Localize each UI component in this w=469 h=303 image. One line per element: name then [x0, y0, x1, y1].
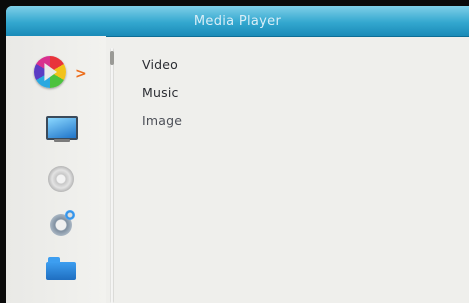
settings-gear-icon[interactable] [50, 210, 75, 236]
monitor-icon[interactable] [46, 116, 78, 142]
window-title: Media Player [193, 14, 282, 29]
scrollbar-track[interactable] [110, 48, 114, 303]
menu-item-image[interactable]: Image [142, 114, 182, 142]
scrollbar-thumb[interactable] [110, 51, 114, 65]
menu-item-video[interactable]: Video [142, 58, 182, 86]
chevron-right-icon: > [75, 66, 87, 82]
media-menu: Video Music Image [142, 58, 182, 142]
disc-icon[interactable] [48, 166, 74, 192]
menu-item-music[interactable]: Music [142, 86, 182, 114]
title-bar: Media Player [6, 6, 469, 37]
media-player-window: Media Player > Video Music Image [6, 6, 469, 303]
media-play-icon[interactable] [34, 56, 66, 88]
folder-icon[interactable] [46, 257, 76, 280]
